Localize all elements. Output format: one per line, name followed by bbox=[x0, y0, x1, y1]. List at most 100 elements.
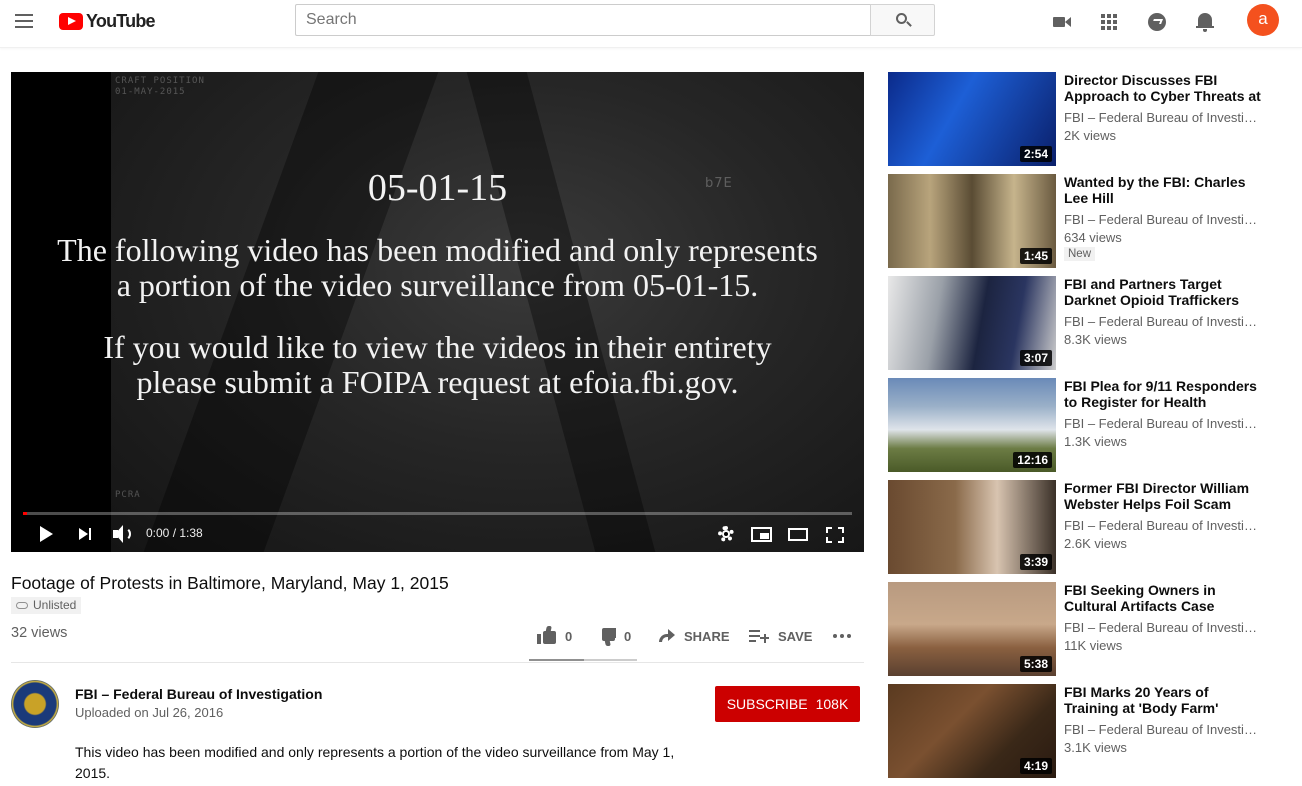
youtube-logo[interactable]: YouTube bbox=[59, 10, 156, 32]
recommended-views: 2.6K views bbox=[1064, 536, 1127, 551]
volume-icon[interactable] bbox=[112, 522, 134, 546]
sentiment-bar-dislike bbox=[584, 659, 637, 661]
duration-badge: 2:54 bbox=[1019, 146, 1052, 162]
save-label: SAVE bbox=[778, 628, 813, 644]
recommended-views: 11K views bbox=[1064, 638, 1123, 653]
recommended-title[interactable]: FBI Marks 20 Years of Training at 'Body … bbox=[1064, 684, 1264, 716]
like-count: 0 bbox=[565, 628, 573, 644]
overlay-date: 05-01-15 bbox=[367, 167, 508, 209]
dislike-button[interactable]: 0 bbox=[596, 624, 631, 648]
divider bbox=[11, 662, 864, 663]
unlisted-badge: Unlisted bbox=[11, 597, 82, 614]
hud-text: PCRA bbox=[115, 490, 141, 500]
recommended-title[interactable]: Former FBI Director William Webster Help… bbox=[1064, 480, 1264, 512]
recommended-video[interactable]: 4:19 FBI Marks 20 Years of Training at '… bbox=[888, 684, 1278, 778]
overlay-line: a portion of the video surveillance from… bbox=[116, 267, 759, 303]
notifications-icon[interactable] bbox=[1193, 10, 1217, 34]
recommended-title[interactable]: Wanted by the FBI: Charles Lee Hill bbox=[1064, 174, 1264, 206]
recommended-channel: FBI – Federal Bureau of Investigation bbox=[1064, 722, 1260, 737]
account-avatar[interactable]: a bbox=[1247, 4, 1279, 36]
duration-badge: 3:39 bbox=[1019, 554, 1052, 570]
share-button[interactable]: SHARE bbox=[657, 624, 730, 648]
duration-badge: 4:19 bbox=[1019, 758, 1052, 774]
messages-icon[interactable] bbox=[1145, 10, 1169, 34]
search-input[interactable] bbox=[295, 4, 871, 36]
view-count: 32 views bbox=[11, 625, 68, 641]
recommended-channel: FBI – Federal Bureau of Investigation bbox=[1064, 416, 1260, 431]
next-icon[interactable] bbox=[79, 522, 93, 546]
progress-fill bbox=[23, 512, 28, 515]
link-icon bbox=[16, 602, 28, 609]
upload-date: Uploaded on Jul 26, 2016 bbox=[75, 705, 224, 720]
video-description: This video has been modified and only re… bbox=[75, 744, 675, 781]
video-thumbnail[interactable]: 4:19 bbox=[888, 684, 1056, 778]
apps-icon[interactable] bbox=[1097, 10, 1121, 34]
video-player[interactable]: CRAFT POSITION 01-MAY-2015 b7E PCRA 05-0… bbox=[11, 72, 864, 552]
channel-avatar-fbi-seal[interactable] bbox=[11, 680, 59, 728]
recommended-channel: FBI – Federal Bureau of Investigation bbox=[1064, 518, 1260, 533]
search-button[interactable] bbox=[870, 4, 935, 36]
recommended-title[interactable]: FBI and Partners Target Darknet Opioid T… bbox=[1064, 276, 1264, 308]
miniplayer-icon[interactable] bbox=[751, 522, 773, 546]
subscribe-label: SUBSCRIBE bbox=[726, 696, 808, 712]
time-display: 0:00 / 1:38 bbox=[146, 526, 203, 540]
dislike-count: 0 bbox=[624, 628, 632, 644]
subscribe-button[interactable]: SUBSCRIBE 108K bbox=[715, 686, 860, 722]
more-actions-button[interactable] bbox=[833, 624, 851, 648]
play-icon[interactable] bbox=[39, 522, 53, 546]
save-button[interactable]: SAVE bbox=[749, 624, 812, 648]
recommended-video[interactable]: 3:07 FBI and Partners Target Darknet Opi… bbox=[888, 276, 1278, 370]
video-frame bbox=[111, 72, 864, 552]
recommended-views: 2K views bbox=[1064, 128, 1117, 143]
share-arrow-icon bbox=[657, 629, 675, 643]
video-thumbnail[interactable]: 3:07 bbox=[888, 276, 1056, 370]
recommended-views: 3.1K views bbox=[1064, 740, 1127, 755]
recommended-title[interactable]: FBI Plea for 9/11 Responders to Register… bbox=[1064, 378, 1264, 410]
overlay-line: If you would like to view the videos in … bbox=[103, 329, 772, 365]
recommended-title[interactable]: FBI Seeking Owners in Cultural Artifacts… bbox=[1064, 582, 1264, 614]
recommended-channel: FBI – Federal Bureau of Investigation bbox=[1064, 314, 1260, 329]
settings-gear-icon[interactable] bbox=[716, 522, 736, 546]
logo-text: YouTube bbox=[86, 10, 156, 31]
theater-mode-icon[interactable] bbox=[788, 522, 810, 546]
unlisted-label: Unlisted bbox=[33, 598, 77, 612]
duration-badge: 12:16 bbox=[1013, 452, 1052, 468]
recommended-video[interactable]: 3:39 Former FBI Director William Webster… bbox=[888, 480, 1278, 574]
fullscreen-icon[interactable] bbox=[824, 522, 844, 546]
video-title: Footage of Protests in Baltimore, Maryla… bbox=[11, 573, 449, 593]
overlay-line: The following video has been modified an… bbox=[57, 232, 818, 268]
recommended-video[interactable]: 12:16 FBI Plea for 9/11 Responders to Re… bbox=[888, 378, 1278, 472]
progress-bar[interactable] bbox=[23, 512, 852, 515]
video-thumbnail[interactable]: 2:54 bbox=[888, 72, 1056, 166]
thumbs-down-icon bbox=[596, 626, 616, 646]
recommended-channel: FBI – Federal Bureau of Investigation bbox=[1064, 212, 1260, 227]
recommended-views: 634 views bbox=[1064, 230, 1122, 245]
recommended-video[interactable]: 2:54 Director Discusses FBI Approach to … bbox=[888, 72, 1278, 166]
overlay-line: please submit a FOIPA request at efoia.f… bbox=[136, 364, 739, 400]
create-video-icon[interactable] bbox=[1050, 10, 1074, 34]
recommended-video[interactable]: 1:45 Wanted by the FBI: Charles Lee Hill… bbox=[888, 174, 1278, 268]
hud-text: 01-MAY-2015 bbox=[115, 87, 186, 97]
youtube-logo-icon bbox=[59, 12, 83, 30]
duration-badge: 1:45 bbox=[1019, 248, 1052, 264]
masthead: YouTube a bbox=[0, 0, 1302, 48]
menu-icon[interactable] bbox=[12, 10, 36, 34]
video-thumbnail[interactable]: 3:39 bbox=[888, 480, 1056, 574]
share-label: SHARE bbox=[684, 628, 730, 644]
recommended-views: 1.3K views bbox=[1064, 434, 1127, 449]
recommended-title[interactable]: Director Discusses FBI Approach to Cyber… bbox=[1064, 72, 1264, 104]
video-thumbnail[interactable]: 5:38 bbox=[888, 582, 1056, 676]
more-dots-icon bbox=[833, 634, 851, 638]
recommended-channel: FBI – Federal Bureau of Investigation bbox=[1064, 110, 1260, 125]
sentiment-bar-like bbox=[529, 659, 584, 661]
video-thumbnail[interactable]: 12:16 bbox=[888, 378, 1056, 472]
hud-text: CRAFT POSITION bbox=[115, 76, 205, 86]
channel-name[interactable]: FBI – Federal Bureau of Investigation bbox=[75, 686, 322, 702]
playlist-add-icon bbox=[749, 628, 769, 644]
recommended-views: 8.3K views bbox=[1064, 332, 1127, 347]
video-thumbnail[interactable]: 1:45 bbox=[888, 174, 1056, 268]
thumbs-up-icon bbox=[537, 626, 557, 646]
duration-badge: 5:38 bbox=[1019, 656, 1052, 672]
like-button[interactable]: 0 bbox=[537, 624, 572, 648]
recommended-video[interactable]: 5:38 FBI Seeking Owners in Cultural Arti… bbox=[888, 582, 1278, 676]
